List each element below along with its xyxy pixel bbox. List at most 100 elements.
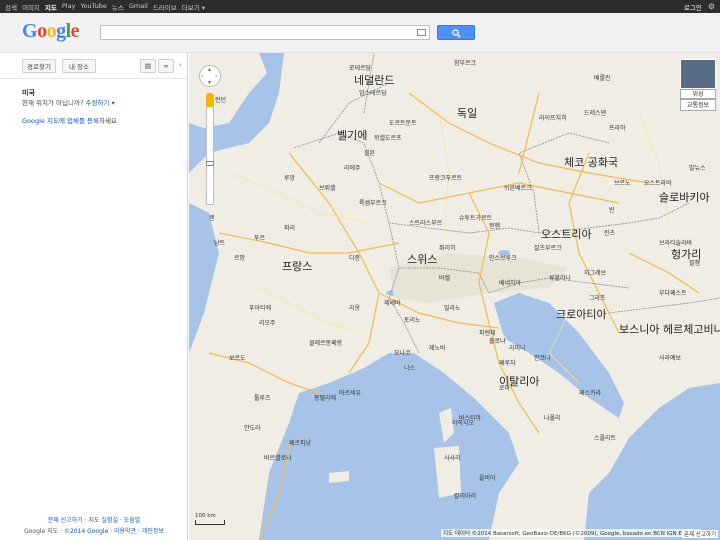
- add-business-link[interactable]: Google 지도에 업체를 등록하세요: [22, 115, 117, 125]
- location-edit-link[interactable]: 수정하기 ▾: [85, 99, 114, 107]
- map-label-city: 부다페스트: [659, 290, 687, 297]
- nav-link-images[interactable]: 이미지: [22, 2, 40, 12]
- map-label-city: 베네치아: [499, 280, 522, 287]
- map-copyright: 지도 데이터 ©2014 Basarsoft, GeoBasis-DE/BKG …: [441, 529, 701, 537]
- map-label-city: 르망: [234, 255, 246, 262]
- print-button[interactable]: ▤: [140, 59, 156, 73]
- map-label-city: 드레스덴: [584, 110, 607, 117]
- nav-link-youtube[interactable]: YouTube: [80, 2, 106, 12]
- traffic-button[interactable]: 교통정보: [680, 99, 716, 111]
- search-input[interactable]: [100, 25, 430, 40]
- map-label-city: 니스: [404, 365, 416, 372]
- map-label-city: 런던: [215, 97, 227, 104]
- search-button[interactable]: [437, 25, 475, 40]
- zoom-slider[interactable]: [206, 95, 214, 205]
- satellite-button[interactable]: 위성: [680, 89, 716, 99]
- left-panel: 경로찾기 내 장소 ▤ ∞ ‹ 미국 현재 위치가 아닙니까? 수정하기 ▾ G…: [0, 53, 188, 540]
- map-label-country: 크로아티아: [556, 308, 607, 321]
- map-label-city: 라이프치히: [539, 115, 567, 122]
- location-question-text: 현재 위치가 아닙니까?: [22, 99, 84, 107]
- map-label-city: 쾰쳄: [689, 260, 701, 267]
- gear-icon[interactable]: ⚙: [708, 2, 715, 11]
- footer-legal-links[interactable]: · ©2014 Google · 이용약관 · 개인정보: [60, 528, 164, 535]
- add-business-link-text[interactable]: Google 지도에 업체를 등록: [22, 117, 99, 125]
- report-problem-link[interactable]: 문제 신고하기: [681, 530, 718, 538]
- map-label-city: 바스티아: [459, 415, 482, 422]
- map-label-city: 함부르크: [454, 60, 477, 67]
- footer-links[interactable]: 문제 신고하기 · 지도 실험실 · 도움말: [0, 515, 188, 524]
- map-label-city: 스플리트: [594, 435, 617, 442]
- map-label-city: 토리노: [404, 317, 421, 324]
- map-label-city: 베를린: [594, 75, 611, 82]
- keyboard-icon[interactable]: [417, 29, 426, 36]
- map-label-city: 제네바: [384, 300, 401, 307]
- map-label-city: 로테르담: [349, 65, 372, 72]
- map-label-city: 로마: [499, 385, 511, 392]
- map-label-city: 스트라스부르: [409, 220, 443, 227]
- map-label-city: 그라츠: [589, 295, 606, 302]
- google-logo[interactable]: Google: [22, 20, 80, 43]
- pan-up-icon[interactable]: ▴: [208, 66, 211, 73]
- map-label-city: 파리: [284, 225, 296, 232]
- link-icon: ∞: [163, 62, 169, 70]
- pan-right-icon[interactable]: ›: [215, 73, 217, 80]
- print-icon: ▤: [144, 62, 152, 70]
- signin-link[interactable]: 로그인: [684, 2, 702, 12]
- map-label-country: 독일: [457, 107, 478, 120]
- map-label-city: 툴루즈: [254, 395, 271, 402]
- map-base: [189, 53, 720, 540]
- zoom-slider-handle[interactable]: [206, 161, 214, 166]
- map-label-city: 뒤셀도르프: [374, 135, 402, 142]
- map-label-city: 잘츠부르크: [534, 245, 562, 252]
- link-button[interactable]: ∞: [158, 59, 174, 73]
- map-label-city: 칼리아리: [454, 493, 477, 500]
- map-label-city: 제노바: [429, 345, 446, 352]
- map-label-city: 바젤: [439, 275, 451, 282]
- map-label-city: 쾰른: [364, 150, 376, 157]
- map-label-city: 브르노: [614, 180, 631, 187]
- map-label-city: 프라하: [609, 125, 626, 132]
- nav-link-drive[interactable]: 드라이브: [153, 2, 177, 12]
- map-label-city: 뉘른베르크: [504, 185, 532, 192]
- nav-link-maps[interactable]: 지도: [45, 2, 57, 12]
- nav-link-play[interactable]: Play: [62, 2, 76, 12]
- nav-link-search[interactable]: 검색: [5, 2, 17, 12]
- top-nav-links: 검색 이미지 지도 Play YouTube 뉴스 Gmail 드라이브 더보기…: [5, 2, 205, 12]
- my-places-button[interactable]: 내 장소: [62, 59, 96, 73]
- map-label-city: 마르세유: [339, 390, 362, 397]
- pan-control[interactable]: ▴ ‹ › ▾: [199, 65, 221, 87]
- pan-down-icon[interactable]: ▾: [208, 79, 211, 86]
- map-label-city: 슈투트가르트: [459, 215, 493, 222]
- collapse-panel-icon[interactable]: ‹: [179, 61, 182, 69]
- search-header: Google: [0, 13, 720, 53]
- nav-link-news[interactable]: 뉴스: [112, 2, 124, 12]
- scale-label: 100 km: [195, 513, 216, 519]
- top-navigation-bar: 검색 이미지 지도 Play YouTube 뉴스 Gmail 드라이브 더보기…: [0, 0, 720, 13]
- map-label-city: 밀라노: [444, 305, 461, 312]
- nav-link-more[interactable]: 더보기 ▾: [182, 2, 205, 12]
- map-label-city: 보르도: [229, 355, 246, 362]
- map-label-city: 몽펠리에: [314, 395, 337, 402]
- map-label-city: 낭트: [214, 240, 226, 247]
- directions-button[interactable]: 경로찾기: [22, 59, 56, 73]
- map-label-city: 뮌헨: [489, 223, 501, 230]
- map-label-city: 페르피냥: [289, 440, 312, 447]
- nav-link-gmail[interactable]: Gmail: [129, 2, 148, 12]
- map-label-country: 체코 공화국: [564, 156, 619, 169]
- pegman-icon[interactable]: [206, 93, 214, 107]
- map-label-city: 빈: [609, 207, 615, 214]
- map-canvas[interactable]: 독일 체코 공화국 프랑스 스위스 오스트리아 이탈리아 벨기에 크로아티아 헝…: [189, 53, 720, 540]
- map-label-city: 바르셀로나: [264, 455, 292, 462]
- satellite-thumbnail[interactable]: [680, 59, 716, 89]
- map-label-city: 암스테르담: [359, 90, 387, 97]
- map-label-city: 클레르몽페랑: [309, 340, 343, 347]
- scale-bar: [195, 520, 225, 525]
- pan-left-icon[interactable]: ‹: [201, 73, 203, 80]
- location-question: 현재 위치가 아닙니까? 수정하기 ▾: [22, 97, 115, 107]
- map-label-city: 사라예보: [659, 355, 682, 362]
- map-label-city: 렌: [209, 215, 215, 222]
- map-label-city: 나폴리: [544, 415, 561, 422]
- map-label-city: 류블랴나: [549, 275, 572, 282]
- map-label-country: 네덜란드: [354, 74, 395, 87]
- map-label-country: 보스니아 헤르체고비나: [619, 323, 720, 336]
